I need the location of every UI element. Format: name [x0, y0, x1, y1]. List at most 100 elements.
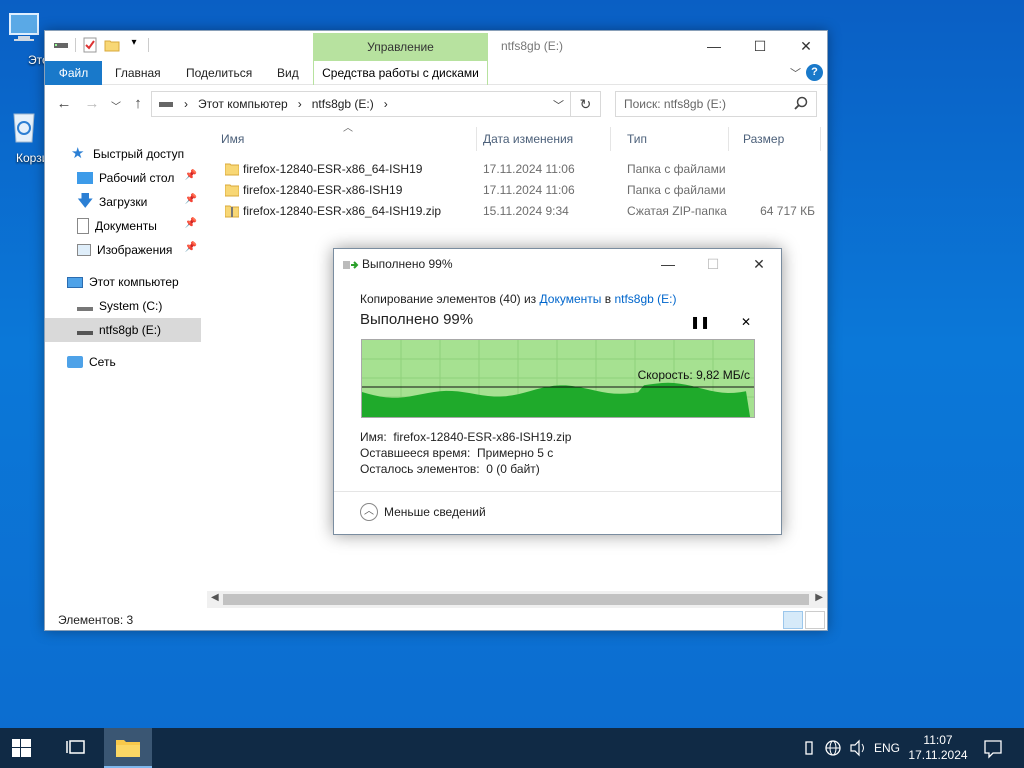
tab-home[interactable]: Главная	[103, 61, 173, 85]
network-globe-icon[interactable]	[822, 728, 844, 768]
column-header-size[interactable]: Размер	[727, 127, 821, 151]
taskbar: ENG 11:07 17.11.2024	[0, 728, 1024, 768]
network-icon	[67, 356, 83, 368]
sidebar-item-label: Сеть	[89, 355, 116, 369]
sidebar-item-downloads[interactable]: 🡇 Загрузки 📌	[45, 191, 201, 213]
less-details-button[interactable]: ︿ Меньше сведений	[360, 503, 486, 521]
maximize-button[interactable]: ☐	[737, 31, 783, 61]
desktop-icon-label: Корзина	[16, 151, 46, 165]
sidebar-item-label: ntfs8gb (E:)	[99, 323, 162, 337]
file-type: Папка с файлами	[627, 183, 726, 197]
speed-graph: Скорость: 9,82 МБ/с	[361, 339, 755, 418]
sidebar-item-network[interactable]: Сеть	[45, 351, 201, 373]
column-header-name[interactable]: Имя	[205, 127, 477, 151]
chevron-down-icon[interactable]: ﹀	[553, 97, 564, 113]
desktop-icon-this-pc[interactable]: Этот компьютер	[2, 8, 46, 67]
column-header-date[interactable]: Дата изменения	[467, 127, 611, 151]
up-arrow-icon[interactable]: ↑	[127, 95, 149, 112]
desktop-icon-recycle-bin[interactable]: Корзина	[2, 106, 46, 165]
source-link[interactable]: Документы	[540, 292, 602, 306]
close-button[interactable]: ✕	[783, 31, 829, 61]
sidebar-item-documents[interactable]: Документы 📌	[45, 215, 201, 237]
folder-icon	[116, 740, 140, 757]
pin-icon[interactable]: 📌	[185, 194, 197, 205]
language-indicator[interactable]: ENG	[872, 728, 902, 768]
breadcrumb-separator: ›	[184, 97, 188, 111]
task-view-button[interactable]	[54, 728, 102, 768]
title-bar: ▾ Управление ntfs8gb (E:) — ☐ ✕	[45, 31, 827, 61]
copy-icon	[343, 261, 359, 269]
close-button[interactable]: ✕	[736, 249, 782, 279]
pause-button[interactable]: ❚❚	[690, 313, 710, 331]
start-button[interactable]	[0, 728, 48, 768]
back-arrow-icon[interactable]: ←	[53, 95, 75, 112]
breadcrumb-drive[interactable]: ntfs8gb (E:)	[312, 97, 374, 111]
sidebar-item-images[interactable]: Изображения 📌	[45, 239, 201, 261]
help-icon[interactable]: ?	[806, 64, 823, 81]
table-row[interactable]: firefox-12840-ESR-x86_64-ISH19.zip 15.11…	[205, 201, 827, 222]
breadcrumb-separator: ›	[383, 97, 388, 111]
destination-link[interactable]: ntfs8gb (E:)	[614, 292, 676, 306]
copy-prefix: Копирование элементов (40) из	[360, 292, 537, 306]
tab-share[interactable]: Поделиться	[174, 61, 264, 85]
sidebar-item-system-c[interactable]: System (C:)	[45, 295, 201, 317]
tab-manage[interactable]: Управление	[313, 33, 488, 61]
properties-icon[interactable]	[82, 37, 98, 53]
scroll-right-icon[interactable]: ▶	[815, 592, 823, 603]
large-icons-view-icon[interactable]	[805, 611, 825, 629]
table-row[interactable]: firefox-12840-ESR-x86_64-ISH19 17.11.202…	[205, 159, 827, 180]
file-size: 64 717 КБ	[760, 204, 815, 218]
details-view-icon[interactable]	[783, 611, 803, 629]
notification-center-icon[interactable]	[978, 728, 1008, 768]
task-view-icon	[66, 740, 85, 754]
sidebar-item-label: Документы	[95, 219, 157, 233]
cancel-button[interactable]: ✕	[737, 313, 755, 331]
pin-icon[interactable]: 📌	[185, 170, 197, 181]
recent-chevron-icon[interactable]: ﹀	[105, 98, 127, 113]
table-row[interactable]: firefox-12840-ESR-x86-ISH19 17.11.2024 1…	[205, 180, 827, 201]
sidebar-item-this-pc[interactable]: Этот компьютер	[45, 271, 201, 293]
tab-drive-tools[interactable]: Средства работы с дисками	[313, 61, 488, 85]
sidebar-item-desktop[interactable]: Рабочий стол 📌	[45, 167, 201, 189]
chevron-down-icon[interactable]: ﹀	[790, 65, 801, 81]
refresh-button[interactable]: ↻	[571, 91, 601, 117]
file-type: Сжатая ZIP-папка	[627, 204, 727, 218]
maximize-button[interactable]: ☐	[690, 249, 736, 279]
address-bar[interactable]: › Этот компьютер › ntfs8gb (E:) › ﹀	[151, 91, 571, 117]
search-input[interactable]: Поиск: ntfs8gb (E:)	[615, 91, 817, 117]
taskbar-file-explorer[interactable]	[104, 728, 152, 768]
pin-icon[interactable]: 📌	[185, 218, 197, 229]
file-date: 15.11.2024 9:34	[483, 204, 569, 218]
usb-icon[interactable]	[800, 728, 818, 768]
tab-view[interactable]: Вид	[265, 61, 311, 85]
pin-icon[interactable]: 📌	[185, 242, 197, 253]
items-left-value: 0 (0 байт)	[486, 462, 540, 476]
scrollbar-thumb[interactable]	[223, 594, 809, 605]
dialog-title: Выполнено 99%	[362, 257, 453, 271]
drive-icon[interactable]	[53, 37, 69, 53]
name-label: Имя:	[360, 430, 387, 444]
horizontal-scrollbar[interactable]: ◀ ▶	[207, 591, 827, 608]
forward-arrow-icon[interactable]: →	[81, 95, 103, 112]
zip-folder-icon	[225, 205, 239, 218]
clock[interactable]: 11:07 17.11.2024	[906, 728, 970, 768]
tab-file[interactable]: Файл	[45, 61, 102, 85]
sidebar-item-quick-access[interactable]: ★ Быстрый доступ	[45, 143, 201, 165]
sidebar-item-ntfs8gb[interactable]: ntfs8gb (E:)	[45, 318, 201, 342]
copy-progress-dialog: Выполнено 99% — ☐ ✕ Копирование элементо…	[333, 248, 782, 535]
drive-icon	[77, 325, 93, 335]
quick-access-toolbar: ▾	[53, 37, 149, 53]
minimize-button[interactable]: —	[645, 249, 691, 279]
time-value: Примерно 5 с	[477, 446, 554, 460]
computer-icon	[67, 276, 83, 288]
minimize-button[interactable]: —	[691, 31, 737, 61]
desktop-folder-icon	[77, 172, 93, 184]
breadcrumb-this-pc[interactable]: Этот компьютер	[198, 97, 288, 111]
star-icon: ★	[71, 145, 85, 162]
scroll-left-icon[interactable]: ◀	[211, 592, 219, 603]
new-folder-icon[interactable]	[104, 37, 120, 53]
customize-qat-icon[interactable]: ▾	[126, 37, 142, 53]
volume-icon[interactable]	[847, 728, 869, 768]
column-header-type[interactable]: Тип	[611, 127, 729, 151]
folder-icon	[225, 163, 239, 176]
